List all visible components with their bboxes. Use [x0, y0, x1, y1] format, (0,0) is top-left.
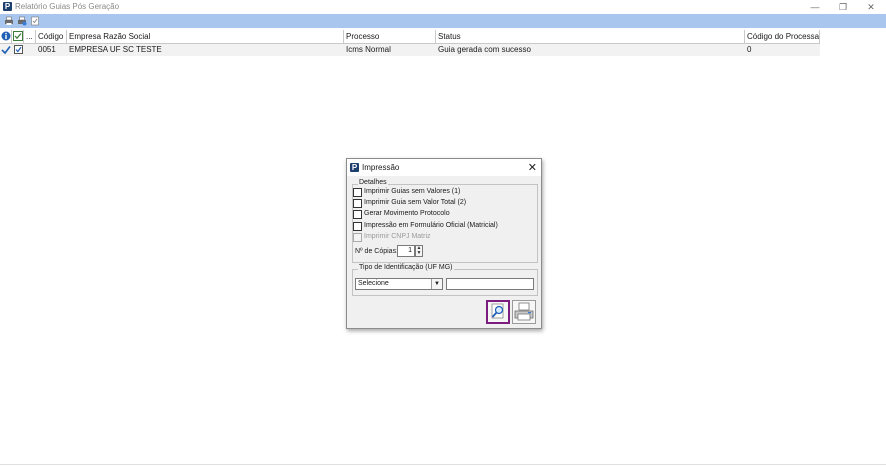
magnifier-icon	[491, 303, 504, 319]
option-label: Imprimir CNPJ Matriz	[364, 233, 431, 240]
window-title: Relatório Guias Pós Geração	[15, 2, 120, 11]
print-dialog: P Impressão ✕ Detalhes Imprimir Guias se…	[346, 158, 542, 329]
select-all-column-header[interactable]	[12, 30, 24, 43]
print-preview-button[interactable]	[486, 300, 510, 324]
printer-icon[interactable]	[4, 16, 14, 26]
column-header-empresa[interactable]: Empresa Razão Social	[67, 30, 344, 43]
cell-codigo-processamento: 0	[747, 45, 752, 54]
identification-input[interactable]	[446, 278, 534, 290]
app-logo-icon: P	[3, 2, 12, 11]
copies-input[interactable]: 1	[397, 245, 415, 257]
info-icon	[1, 31, 11, 41]
identification-type-select[interactable]: Selecione ▼	[355, 278, 443, 290]
info-column-header[interactable]	[0, 30, 12, 43]
copies-stepper[interactable]: ▲ ▼	[415, 245, 423, 257]
dialog-title-bar: P Impressão ✕	[347, 159, 541, 176]
select-all-checkbox-icon	[13, 31, 23, 41]
checkbox	[353, 233, 362, 242]
checkbox[interactable]	[353, 188, 362, 197]
select-value: Selecione	[358, 280, 389, 287]
printer-icon	[514, 302, 534, 321]
copies-label: Nº de Cópias:	[355, 248, 399, 255]
dialog-close-button[interactable]: ✕	[528, 161, 537, 174]
minimize-button[interactable]: —	[805, 1, 825, 13]
cell-status: Guia gerada com sucesso	[438, 45, 531, 54]
checkbox[interactable]	[353, 210, 362, 219]
column-header-processo[interactable]: Processo	[344, 30, 436, 43]
cell-codigo: 0051	[38, 45, 56, 54]
column-header-codigo[interactable]: Código	[36, 30, 67, 43]
table-row[interactable]: 0051 EMPRESA UF SC TESTE Icms Normal Gui…	[0, 44, 820, 56]
status-border	[0, 464, 886, 465]
spin-down-icon[interactable]: ▼	[416, 251, 422, 256]
ellipsis-column-header[interactable]: ...	[24, 30, 36, 43]
checkbox[interactable]	[353, 222, 362, 231]
option-label: Gerar Movimento Protocolo	[364, 210, 450, 217]
restore-button[interactable]: ❐	[833, 1, 853, 13]
grid-header: ... Código Empresa Razão Social Processo…	[0, 30, 820, 44]
print-button[interactable]	[512, 300, 536, 324]
chevron-down-icon[interactable]: ▼	[431, 279, 442, 289]
details-group-label: Detalhes	[358, 179, 388, 186]
toolbar	[0, 14, 886, 28]
row-checkbox[interactable]	[14, 45, 23, 54]
cell-empresa: EMPRESA UF SC TESTE	[69, 45, 162, 54]
option-label: Impressão em Formulário Oficial (Matrici…	[364, 222, 498, 229]
option-label: Imprimir Guias sem Valores (1)	[364, 188, 461, 195]
dialog-title: Impressão	[362, 163, 400, 172]
option-label: Imprimir Guia sem Valor Total (2)	[364, 199, 467, 206]
column-header-status[interactable]: Status	[436, 30, 745, 43]
row-check-icon	[1, 46, 11, 55]
identification-group-label: Tipo de Identificação (UF MG)	[358, 264, 454, 271]
checkbox[interactable]	[353, 199, 362, 208]
cell-processo: Icms Normal	[346, 45, 391, 54]
title-bar: P Relatório Guias Pós Geração — ❐ ✕	[0, 0, 886, 14]
dialog-logo-icon: P	[350, 163, 359, 172]
checklist-icon[interactable]	[30, 16, 40, 26]
printer-settings-icon[interactable]	[17, 16, 27, 26]
close-button[interactable]: ✕	[861, 1, 881, 13]
column-header-codigo-processamento[interactable]: Código do Processa...	[745, 30, 820, 43]
